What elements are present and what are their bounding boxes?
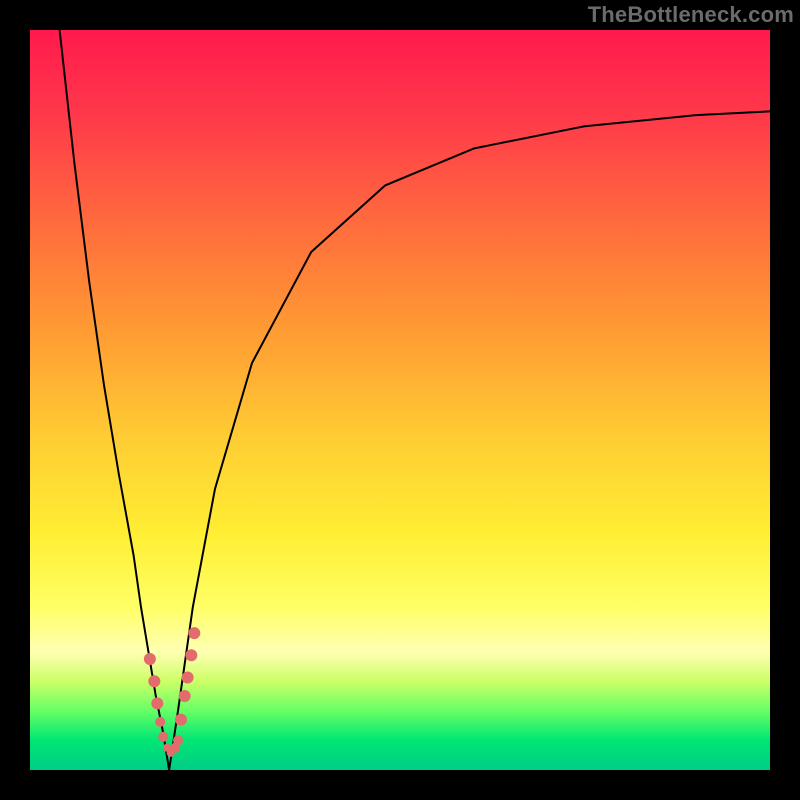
data-marker (158, 732, 168, 742)
data-marker (188, 627, 200, 639)
data-marker (182, 672, 194, 684)
plot-area (30, 30, 770, 770)
data-marker (144, 653, 156, 665)
watermark-text: TheBottleneck.com (588, 2, 794, 28)
data-marker (155, 717, 165, 727)
data-marker (175, 714, 187, 726)
curve-overlay (30, 30, 770, 770)
data-marker (148, 675, 160, 687)
curve-right-branch (169, 111, 770, 770)
data-marker (179, 690, 191, 702)
data-marker (151, 697, 163, 709)
chart-container: TheBottleneck.com (0, 0, 800, 800)
data-marker (185, 649, 197, 661)
data-marker (173, 735, 183, 745)
